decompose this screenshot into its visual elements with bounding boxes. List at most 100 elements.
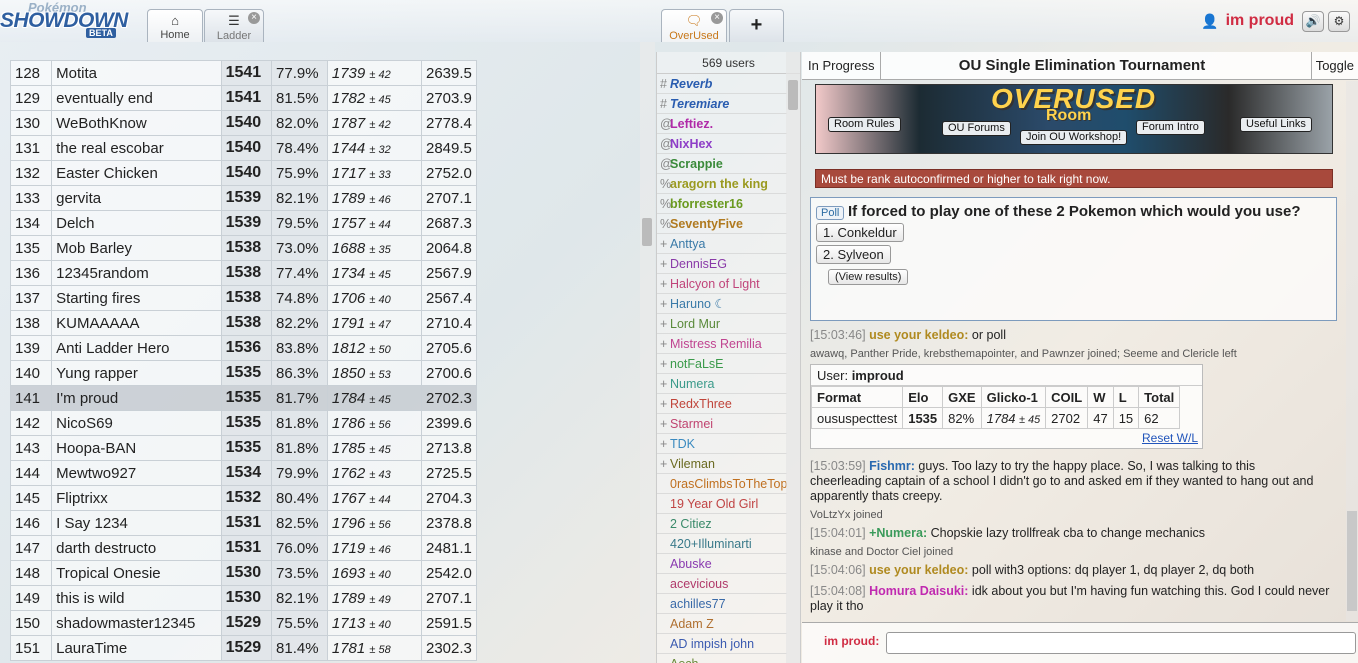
userlist-item[interactable]: @NixHex bbox=[657, 134, 787, 154]
userlist-item[interactable]: %SeventyFive bbox=[657, 214, 787, 234]
player-name-cell[interactable]: WeBothKnow bbox=[51, 110, 222, 136]
userlist-item[interactable]: Adam Z bbox=[657, 614, 787, 634]
userlist-item[interactable]: + DennisEG bbox=[657, 254, 787, 274]
userlist-name[interactable]: Abuske bbox=[670, 557, 712, 571]
userlist-name[interactable]: AD impish john bbox=[670, 637, 754, 651]
userlist-item[interactable]: @Leftiez. bbox=[657, 114, 787, 134]
userlist-name[interactable]: aragorn the king bbox=[670, 177, 768, 191]
close-icon[interactable]: × bbox=[711, 12, 723, 24]
userlist-name[interactable]: 2 Citiez bbox=[670, 517, 712, 531]
player-name-cell[interactable]: Anti Ladder Hero bbox=[51, 335, 222, 361]
chat-scrollbar[interactable] bbox=[1346, 81, 1358, 621]
player-name-cell[interactable]: Motita bbox=[51, 60, 222, 86]
username-button[interactable]: im proud bbox=[1226, 12, 1294, 30]
userlist-name[interactable]: Lord Mur bbox=[670, 317, 720, 331]
userlist-item[interactable]: + RedxThree bbox=[657, 394, 787, 414]
user-count[interactable]: 569 users bbox=[657, 52, 800, 74]
player-name-cell[interactable]: darth destructo bbox=[51, 535, 222, 561]
message-user[interactable]: Fishmr: bbox=[869, 459, 915, 473]
player-name-cell[interactable]: Fliptrixx bbox=[51, 485, 222, 511]
message-user[interactable]: use your keldeo: bbox=[869, 328, 968, 342]
tab-ladder[interactable]: ☰ Ladder × bbox=[204, 9, 264, 42]
userlist-name[interactable]: 0rasClimbsToTheTop bbox=[670, 477, 787, 491]
userlist-item[interactable]: 0rasClimbsToTheTop bbox=[657, 474, 787, 494]
userlist-name[interactable]: achilles77 bbox=[670, 597, 726, 611]
player-name-cell[interactable]: the real escobar bbox=[51, 135, 222, 161]
tab-overused[interactable]: 🗨 OverUsed × bbox=[661, 9, 727, 42]
userlist-item[interactable]: + Vileman bbox=[657, 454, 787, 474]
tab-home[interactable]: ⌂ Home bbox=[147, 9, 203, 42]
ladder-scrollbar[interactable] bbox=[640, 42, 655, 663]
scrollbar-thumb[interactable] bbox=[1347, 511, 1357, 611]
view-results-button[interactable]: (View results) bbox=[828, 269, 909, 285]
user-name[interactable]: improud bbox=[852, 368, 904, 383]
userlist-name[interactable]: Scrappie bbox=[670, 157, 723, 171]
userlist-name[interactable]: Numera bbox=[670, 377, 714, 391]
userlist-name[interactable]: bforrester16 bbox=[670, 197, 743, 211]
userlist-item[interactable]: @Scrappie bbox=[657, 154, 787, 174]
userlist-item[interactable]: + Numera bbox=[657, 374, 787, 394]
userlist-item[interactable]: + Anttya bbox=[657, 234, 787, 254]
player-name-cell[interactable]: I Say 1234 bbox=[51, 510, 222, 536]
forum-intro-button[interactable]: Forum Intro bbox=[1136, 120, 1205, 135]
userlist-name[interactable]: 420+Illuminarti bbox=[670, 537, 752, 551]
player-name-cell[interactable]: gervita bbox=[51, 185, 222, 211]
new-tab-button[interactable]: + bbox=[729, 9, 784, 42]
player-name-cell[interactable]: shadowmaster12345 bbox=[51, 610, 222, 636]
player-name-cell[interactable]: NicoS69 bbox=[51, 410, 222, 436]
userlist-name[interactable]: Adam Z bbox=[670, 617, 714, 631]
userlist-scrollbar[interactable] bbox=[786, 52, 800, 663]
userlist-item[interactable]: + Halcyon of Light bbox=[657, 274, 787, 294]
room-rules-button[interactable]: Room Rules bbox=[828, 117, 901, 132]
player-name-cell[interactable]: Tropical Onesie bbox=[51, 560, 222, 586]
userlist-item[interactable]: AD impish john bbox=[657, 634, 787, 654]
player-name-cell[interactable]: Easter Chicken bbox=[51, 160, 222, 186]
message-user[interactable]: +Numera: bbox=[869, 526, 927, 540]
userlist-name[interactable]: TDK bbox=[670, 437, 695, 451]
player-name-cell[interactable]: 12345random bbox=[51, 260, 222, 286]
useful-links-button[interactable]: Useful Links bbox=[1240, 117, 1312, 132]
userlist-item[interactable]: 2 Citiez bbox=[657, 514, 787, 534]
userlist-name[interactable]: Anttya bbox=[670, 237, 705, 251]
reset-wl-link[interactable]: Reset W/L bbox=[1142, 431, 1198, 445]
showdown-logo[interactable]: Pokémon SHOWDOWN BETA bbox=[0, 0, 145, 42]
player-name-cell[interactable]: KUMAAAAA bbox=[51, 310, 222, 336]
userlist-name[interactable]: RedxThree bbox=[670, 397, 732, 411]
userlist-name[interactable]: Starmei bbox=[670, 417, 713, 431]
userlist-item[interactable]: %aragorn the king bbox=[657, 174, 787, 194]
userlist-item[interactable]: Aech bbox=[657, 654, 787, 663]
userlist-item[interactable]: + Starmei bbox=[657, 414, 787, 434]
player-name-cell[interactable]: Delch bbox=[51, 210, 222, 236]
userlist-item[interactable]: Abuske bbox=[657, 554, 787, 574]
poll-option-button[interactable]: 2. Sylveon bbox=[816, 245, 891, 264]
player-name-cell[interactable]: Mewtwo927 bbox=[51, 460, 222, 486]
userlist-name[interactable]: Teremiare bbox=[670, 97, 729, 111]
message-user[interactable]: Homura Daisuki: bbox=[869, 584, 968, 598]
userlist-item[interactable]: 19 Year Old Girl bbox=[657, 494, 787, 514]
userlist-name[interactable]: 19 Year Old Girl bbox=[670, 497, 758, 511]
gear-icon[interactable]: ⚙ bbox=[1328, 10, 1350, 32]
userlist-name[interactable]: Vileman bbox=[670, 457, 715, 471]
userlist-name[interactable]: Haruno ☾ bbox=[670, 297, 726, 311]
userlist-item[interactable]: acevicious bbox=[657, 574, 787, 594]
userlist-name[interactable]: NixHex bbox=[670, 137, 712, 151]
userlist-item[interactable]: + Mistress Remilia bbox=[657, 334, 787, 354]
player-name-cell[interactable]: Yung rapper bbox=[51, 360, 222, 386]
userlist-name[interactable]: Aech bbox=[670, 657, 699, 663]
player-name-cell[interactable]: Mob Barley bbox=[51, 235, 222, 261]
player-name-cell[interactable]: this is wild bbox=[51, 585, 222, 611]
ou-forums-button[interactable]: OU Forums bbox=[942, 121, 1011, 136]
userlist-name[interactable]: Reverb bbox=[670, 77, 712, 91]
userlist-item[interactable]: + notFaLsE bbox=[657, 354, 787, 374]
tournament-toggle-button[interactable]: Toggle bbox=[1310, 52, 1358, 80]
join-ou-workshop-button[interactable]: Join OU Workshop! bbox=[1020, 130, 1128, 145]
userlist-item[interactable]: + Haruno ☾ bbox=[657, 294, 787, 314]
player-name-cell[interactable]: LauraTime bbox=[51, 635, 222, 661]
userlist-name[interactable]: DennisEG bbox=[670, 257, 727, 271]
userlist-name[interactable]: Mistress Remilia bbox=[670, 337, 762, 351]
player-name-cell[interactable]: Hoopa-BAN bbox=[51, 435, 222, 461]
scrollbar-thumb[interactable] bbox=[788, 80, 798, 110]
player-name-cell[interactable]: I'm proud bbox=[51, 385, 222, 411]
scrollbar-thumb[interactable] bbox=[642, 218, 652, 246]
userlist-name[interactable]: Leftiez. bbox=[670, 117, 713, 131]
